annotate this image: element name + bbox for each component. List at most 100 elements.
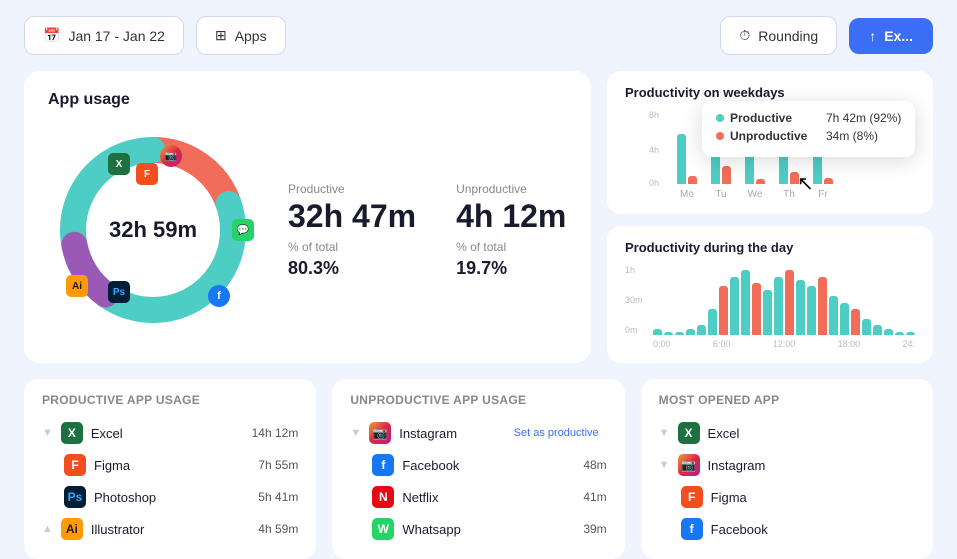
most-opened-title: Most opened app [659, 393, 915, 407]
day-bar [708, 309, 717, 335]
export-button[interactable]: ↑ Ex... [849, 18, 933, 54]
x-label-6: 6:00 [713, 339, 731, 349]
x-label-24: 24: [902, 339, 915, 349]
day-bar [862, 319, 871, 335]
stats-area: Productive 32h 47m % of total 80.3% Unpr… [288, 182, 566, 279]
productive-stat-value: 32h 47m [288, 200, 416, 232]
excel-icon-overlay: X [108, 153, 130, 175]
day-bar [774, 277, 783, 336]
rounding-icon: ⏱ [739, 27, 750, 44]
export-icon: ↑ [869, 28, 876, 44]
list-item: W Whatsapp 39m [350, 513, 606, 545]
weekday-label: Th [783, 189, 795, 200]
unproductive-apps-title: Unproductive app usage [350, 393, 606, 407]
app-name-ai: Illustrator [91, 522, 250, 537]
netflix-app-icon: N [372, 486, 394, 508]
rounding-label: Rounding [758, 28, 818, 44]
day-bar [873, 325, 882, 335]
day-bar [785, 270, 794, 335]
apps-label: Apps [235, 28, 267, 44]
day-chart-title: Productivity during the day [625, 240, 915, 255]
day-bar [884, 329, 893, 336]
unproductive-stat-label: Unproductive [456, 182, 566, 196]
excel-app-icon: X [61, 422, 83, 444]
tooltip-unprod-row: Unproductive 34m (8%) [716, 129, 901, 143]
list-item: Ps Photoshop 5h 41m [42, 481, 298, 513]
date-range-button[interactable]: 📅 Jan 17 - Jan 22 [24, 16, 184, 55]
most-app-figma: Figma [711, 490, 915, 505]
app-name-fb: Facebook [402, 458, 575, 473]
unproductive-apps-panel: Unproductive app usage ▼ 📷 Instagram Set… [332, 379, 624, 559]
list-item: ▲ Ai Illustrator 4h 59m [42, 513, 298, 545]
productive-pct-value: 80.3% [288, 258, 416, 279]
day-bar [763, 290, 772, 336]
y-label-8h: 8h [649, 110, 659, 120]
y-label-0h: 0h [649, 178, 659, 188]
unproductive-stat: Unproductive 4h 12m % of total 19.7% [456, 182, 566, 279]
weekday-chart-card: Productivity on weekdays Productive 7h 4… [607, 71, 933, 214]
app-name-ps: Photoshop [94, 490, 250, 505]
day-bar [829, 296, 838, 335]
most-app-excel: Excel [708, 426, 915, 441]
set-productive-button[interactable]: Set as productive [514, 427, 599, 439]
most-excel-icon: X [678, 422, 700, 444]
bottom-row: Productive app usage ▼ X Excel 14h 12m F… [0, 379, 957, 559]
day-bar [796, 280, 805, 335]
weekday-col: Mo [677, 124, 697, 200]
day-bar [818, 277, 827, 336]
day-bar [906, 332, 915, 335]
day-bar [664, 332, 673, 335]
most-app-ig: Instagram [708, 458, 915, 473]
app-name-figma: Figma [94, 458, 250, 473]
day-bar [741, 270, 750, 335]
app-usage-panel: App usage X F 📷 Ai [24, 71, 591, 363]
productive-stat: Productive 32h 47m % of total 80.3% [288, 182, 416, 279]
day-y-30m: 30m [625, 295, 643, 305]
chevron-mo-ig: ▼ [659, 459, 670, 471]
app-name-wa: Whatsapp [402, 522, 575, 537]
tooltip-prod-row: Productive 7h 42m (92%) [716, 111, 901, 125]
chevron-mo-excel: ▼ [659, 427, 670, 439]
app-name-excel: Excel [91, 426, 244, 441]
weekday-label: Fr [818, 189, 827, 200]
weekday-label: Tu [715, 189, 726, 200]
calendar-icon: 📅 [43, 27, 60, 44]
grid-icon: ⊞ [215, 27, 227, 44]
most-app-fb: Facebook [711, 522, 915, 537]
day-y-1h: 1h [625, 265, 643, 275]
day-bar [840, 303, 849, 336]
chart-tooltip: Productive 7h 42m (92%) Unproductive 34m… [702, 101, 915, 157]
top-bar: 📅 Jan 17 - Jan 22 ⊞ Apps ⏱ Rounding ↑ Ex… [0, 0, 957, 71]
rounding-button[interactable]: ⏱ Rounding [720, 16, 837, 55]
list-item: F Figma [659, 481, 915, 513]
most-opened-panel: Most opened app ▼ X Excel ▼ 📷 Instagram … [641, 379, 933, 559]
day-chart-card: Productivity during the day 1h 30m 0m 0:… [607, 226, 933, 363]
list-item: ▼ 📷 Instagram [659, 449, 915, 481]
day-bar [697, 325, 706, 335]
unproductive-pct-label: % of total [456, 240, 566, 254]
most-ig-icon: 📷 [678, 454, 700, 476]
y-axis: 8h 4h 0h [649, 110, 673, 200]
app-time-excel: 14h 12m [252, 426, 299, 440]
main-content: App usage X F 📷 Ai [0, 71, 957, 379]
day-y-axis: 1h 30m 0m [625, 265, 643, 335]
tooltip-unprod-label: Unproductive [730, 129, 820, 143]
day-x-labels: 0:00 6:00 12:00 18:00 24: [653, 339, 915, 349]
app-time-ai: 4h 59m [258, 522, 298, 536]
weekday-chart-title: Productivity on weekdays [625, 85, 915, 100]
ps-icon-overlay: Ps [108, 281, 130, 303]
tooltip-unprod-value: 34m (8%) [826, 129, 878, 143]
x-label-12: 12:00 [773, 339, 796, 349]
day-bar [653, 329, 662, 336]
app-time-netflix: 41m [583, 490, 606, 504]
list-item: F Figma 7h 55m [42, 449, 298, 481]
day-bar [719, 286, 728, 335]
list-item: ▼ 📷 Instagram Set as productive [350, 417, 606, 449]
productive-apps-panel: Productive app usage ▼ X Excel 14h 12m F… [24, 379, 316, 559]
donut-chart: X F 📷 Ai Ps f 💬 32h 59m [48, 125, 258, 335]
tooltip-unprod-dot [716, 132, 724, 140]
x-label-0: 0:00 [653, 339, 671, 349]
apps-filter-button[interactable]: ⊞ Apps [196, 16, 286, 55]
ig-app-icon: 📷 [369, 422, 391, 444]
weekday-label: Mo [680, 189, 694, 200]
